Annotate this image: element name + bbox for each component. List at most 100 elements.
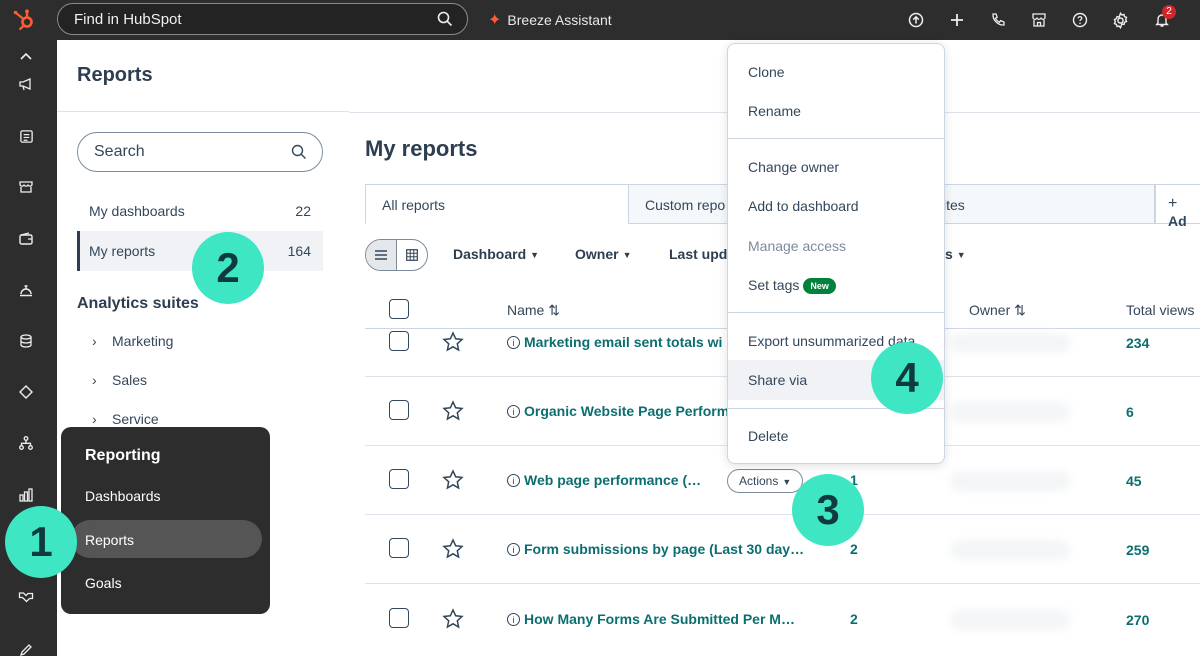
select-all-checkbox[interactable] bbox=[389, 299, 409, 319]
chevron-right-icon: › bbox=[92, 411, 97, 427]
row-checkbox[interactable] bbox=[389, 331, 409, 351]
favorite-star-icon[interactable] bbox=[442, 469, 464, 491]
commerce-icon[interactable] bbox=[0, 167, 52, 207]
total-views-value[interactable]: 234 bbox=[1126, 335, 1149, 351]
favorite-star-icon[interactable] bbox=[442, 538, 464, 560]
row-divider bbox=[365, 583, 1200, 584]
owner-redacted bbox=[950, 402, 1070, 422]
wallet-icon[interactable] bbox=[0, 219, 52, 259]
list-view-icon[interactable] bbox=[366, 240, 397, 270]
total-views-value[interactable]: 6 bbox=[1126, 404, 1134, 420]
reporting-item-dashboards[interactable]: Dashboards bbox=[85, 488, 161, 504]
suite-item-label: Service bbox=[112, 411, 159, 427]
reporting-flyout-menu: Reporting Dashboards Reports Goals bbox=[61, 427, 270, 614]
global-search-input[interactable]: Find in HubSpot bbox=[57, 3, 468, 35]
menu-item-add-to-dashboard[interactable]: Add to dashboard bbox=[748, 198, 859, 214]
search-icon bbox=[291, 144, 306, 159]
sidebar-item-count: 164 bbox=[287, 243, 311, 259]
breeze-assistant-label: Breeze Assistant bbox=[507, 12, 612, 28]
plus-icon[interactable] bbox=[936, 0, 977, 40]
settings-gear-icon[interactable] bbox=[1100, 0, 1141, 40]
row-checkbox[interactable] bbox=[389, 469, 409, 489]
column-label: Name bbox=[507, 302, 545, 318]
menu-item-set-tags[interactable]: Set tags New bbox=[748, 277, 836, 294]
report-name-link[interactable]: i Organic Website Page Perform bbox=[507, 403, 729, 419]
suite-item-marketing[interactable]: › Marketing bbox=[92, 333, 173, 349]
menu-item-change-owner[interactable]: Change owner bbox=[748, 159, 839, 175]
dashboards-count[interactable]: 2 bbox=[850, 541, 858, 557]
row-checkbox[interactable] bbox=[389, 608, 409, 628]
column-header-name[interactable]: Name ⇅ bbox=[507, 302, 560, 319]
caret-down-icon: ▼ bbox=[530, 250, 540, 261]
report-name-text: Marketing email sent totals wi bbox=[524, 334, 723, 350]
suite-item-service[interactable]: › Service bbox=[92, 411, 159, 427]
row-checkbox[interactable] bbox=[389, 538, 409, 558]
total-views-value[interactable]: 259 bbox=[1126, 542, 1149, 558]
sidebar-divider bbox=[57, 111, 349, 112]
marketing-megaphone-icon[interactable] bbox=[0, 64, 52, 104]
sidebar-search-placeholder: Search bbox=[94, 143, 145, 160]
report-name-link[interactable]: i Form submissions by page (Last 30 day… bbox=[507, 541, 804, 557]
automation-icon[interactable] bbox=[0, 372, 52, 412]
reporting-item-reports[interactable]: Reports bbox=[85, 532, 134, 548]
total-views-value[interactable]: 270 bbox=[1126, 612, 1149, 628]
step-marker-1: 1 bbox=[5, 506, 77, 578]
edit-pencil-icon[interactable] bbox=[0, 630, 52, 656]
filter-dashboard[interactable]: Dashboard ▼ bbox=[453, 246, 539, 262]
owner-redacted bbox=[950, 610, 1070, 630]
upgrade-icon[interactable] bbox=[895, 0, 936, 40]
add-tab-button[interactable]: + Ad bbox=[1155, 184, 1200, 229]
menu-item-clone[interactable]: Clone bbox=[748, 64, 785, 80]
report-name-link[interactable]: i How Many Forms Are Submitted Per M… bbox=[507, 611, 795, 627]
notifications-bell-icon[interactable]: 2 bbox=[1141, 0, 1182, 40]
owner-redacted bbox=[950, 471, 1070, 491]
report-name-link[interactable]: i Web page performance (… bbox=[507, 472, 701, 488]
menu-item-delete[interactable]: Delete bbox=[748, 428, 788, 444]
step-marker-3: 3 bbox=[792, 474, 864, 546]
filter-tags[interactable]: s ▼ bbox=[945, 246, 966, 262]
suite-item-sales[interactable]: › Sales bbox=[92, 372, 147, 388]
actions-label: Actions bbox=[739, 474, 779, 488]
marketplace-icon[interactable] bbox=[1018, 0, 1059, 40]
dashboards-count[interactable]: 2 bbox=[850, 611, 858, 627]
sidebar-search-input[interactable]: Search bbox=[77, 132, 323, 172]
row-checkbox[interactable] bbox=[389, 400, 409, 420]
filter-owner[interactable]: Owner ▼ bbox=[575, 246, 632, 262]
help-icon[interactable] bbox=[1059, 0, 1100, 40]
add-tab-label: Ad bbox=[1168, 213, 1187, 229]
data-management-icon[interactable] bbox=[0, 321, 52, 361]
report-name-link[interactable]: i Marketing email sent totals wi bbox=[507, 334, 722, 350]
column-header-owner[interactable]: Owner ⇅ bbox=[969, 302, 1026, 319]
service-icon[interactable] bbox=[0, 270, 52, 310]
sidebar-item-count: 22 bbox=[295, 203, 311, 219]
suite-item-label: Sales bbox=[112, 372, 148, 388]
tab-custom-reports[interactable]: Custom repo bbox=[628, 184, 728, 224]
row-divider bbox=[365, 514, 1200, 515]
sidebar-item-my-dashboards[interactable]: My dashboards 22 bbox=[77, 191, 323, 231]
actions-dropdown-button[interactable]: Actions ▼ bbox=[727, 469, 803, 493]
breeze-assistant-button[interactable]: ✦ Breeze Assistant bbox=[488, 10, 612, 30]
menu-item-rename[interactable]: Rename bbox=[748, 103, 801, 119]
filter-last-updated[interactable]: Last upd bbox=[669, 246, 727, 262]
content-icon[interactable] bbox=[0, 116, 52, 156]
reporting-item-goals[interactable]: Goals bbox=[85, 575, 122, 591]
report-name-text: Form submissions by page (Last 30 day… bbox=[524, 541, 805, 557]
sidebar-item-label: My dashboards bbox=[89, 203, 185, 219]
menu-item-share-via[interactable]: Share via bbox=[748, 372, 807, 388]
favorite-star-icon[interactable] bbox=[442, 608, 464, 630]
favorite-star-icon[interactable] bbox=[442, 331, 464, 353]
tab-analytics-suites[interactable]: ites bbox=[928, 184, 1155, 224]
partner-handshake-icon[interactable] bbox=[0, 576, 52, 616]
org-chart-icon[interactable] bbox=[0, 423, 52, 463]
phone-icon[interactable] bbox=[977, 0, 1018, 40]
tab-all-reports[interactable]: All reports bbox=[365, 184, 629, 224]
report-name-text: How Many Forms Are Submitted Per M… bbox=[524, 611, 795, 627]
favorite-star-icon[interactable] bbox=[442, 400, 464, 422]
column-header-total-views[interactable]: Total views bbox=[1126, 302, 1194, 318]
hubspot-logo-icon[interactable] bbox=[12, 8, 36, 32]
filter-label: Last upd bbox=[669, 246, 728, 262]
grid-view-icon[interactable] bbox=[397, 240, 427, 270]
menu-item-manage-access[interactable]: Manage access bbox=[748, 238, 846, 254]
menu-item-label: Set tags bbox=[748, 277, 800, 293]
total-views-value[interactable]: 45 bbox=[1126, 473, 1142, 489]
